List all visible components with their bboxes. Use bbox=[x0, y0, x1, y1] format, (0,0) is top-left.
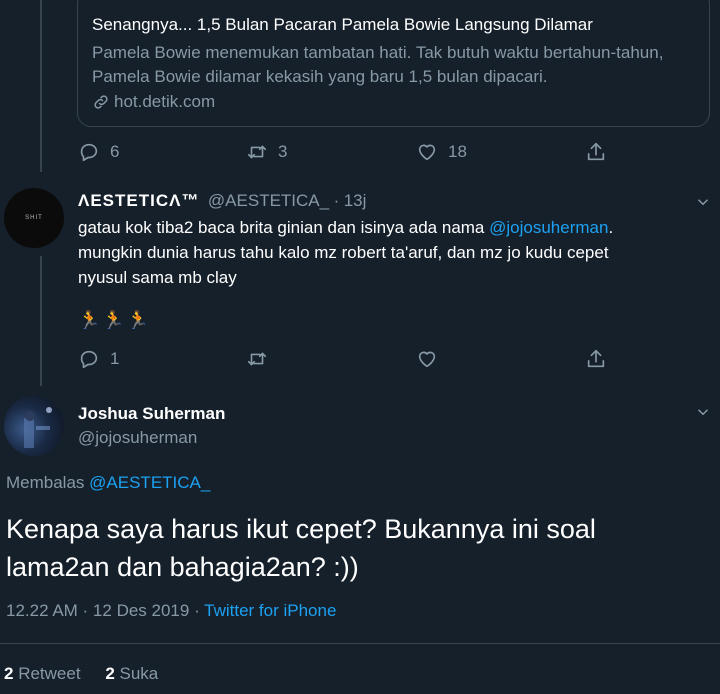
retweet-count: 3 bbox=[278, 142, 288, 161]
reply-button-2[interactable]: 1 bbox=[78, 348, 119, 370]
chevron-down-icon[interactable] bbox=[694, 403, 712, 421]
mention-link[interactable]: @jojosuherman bbox=[489, 218, 608, 237]
heart-icon bbox=[418, 144, 436, 161]
like-button-2[interactable] bbox=[416, 348, 438, 370]
like-stat[interactable]: 2 Suka bbox=[105, 664, 158, 683]
emoji-runners: 🏃🏃🏃 bbox=[78, 310, 152, 330]
tweet-text-line-3: nyusul sama mb clay bbox=[78, 268, 237, 287]
separator: · bbox=[333, 191, 340, 210]
reply-count-2: 1 bbox=[110, 349, 120, 368]
engagement-stats: 2 Retweet 2 Suka bbox=[4, 664, 158, 684]
chevron-down-icon[interactable] bbox=[694, 193, 712, 211]
tweet-timestamp[interactable]: 12.22 AM · 12 Des 2019 · bbox=[6, 601, 204, 620]
retweet-button[interactable]: 3 bbox=[246, 141, 287, 163]
main-tweet-text: Kenapa saya harus ikut cepet? Bukannya i… bbox=[6, 510, 706, 586]
retweet-button-2[interactable] bbox=[246, 348, 268, 370]
like-stat-label: Suka bbox=[119, 664, 159, 683]
retweet-stat[interactable]: 2 Retweet bbox=[4, 664, 81, 683]
main-tweet-line-1: Kenapa saya harus ikut cepet? Bukannya i… bbox=[6, 514, 596, 544]
share-button-2[interactable] bbox=[585, 348, 607, 370]
tweet-text-line-1: gatau kok tiba2 baca brita ginian dan is… bbox=[78, 218, 614, 237]
retweet-stat-label: Retweet bbox=[18, 664, 81, 683]
thread-line-top bbox=[40, 0, 42, 172]
thread-line-middle bbox=[40, 256, 42, 386]
avatar[interactable]: SHIT bbox=[4, 188, 64, 248]
main-user-handle[interactable]: @jojosuherman bbox=[78, 428, 197, 448]
reply-count: 6 bbox=[110, 142, 120, 161]
divider bbox=[0, 643, 720, 644]
avatar-text: SHIT bbox=[25, 215, 43, 221]
retweet-stat-count: 2 bbox=[4, 664, 14, 683]
avatar-photo-icon bbox=[24, 407, 52, 448]
like-count: 18 bbox=[448, 142, 467, 161]
main-tweet-line-2: lama2an dan bahagia2an? :)) bbox=[6, 552, 359, 582]
tweet-meta: 12.22 AM · 12 Des 2019 · Twitter for iPh… bbox=[6, 601, 336, 621]
link-icon bbox=[94, 95, 108, 109]
share-icon bbox=[587, 142, 605, 161]
replying-label: Membalas bbox=[6, 473, 85, 492]
reply-icon bbox=[80, 350, 98, 369]
tweet-source[interactable]: Twitter for iPhone bbox=[204, 601, 336, 620]
share-button[interactable] bbox=[585, 141, 607, 163]
display-name[interactable]: ΛESTETICΛ™ bbox=[78, 191, 199, 210]
link-card-domain[interactable]: hot.detik.com bbox=[92, 92, 215, 112]
link-card-title[interactable]: Senangnya... 1,5 Bulan Pacaran Pamela Bo… bbox=[92, 15, 593, 35]
like-button[interactable]: 18 bbox=[416, 141, 467, 163]
reply-button[interactable]: 6 bbox=[78, 141, 119, 163]
replying-to-link[interactable]: @AESTETICA_ bbox=[89, 473, 210, 492]
retweet-icon bbox=[247, 352, 267, 366]
tweet-text-line-2: mungkin dunia harus tahu kalo mz robert … bbox=[78, 243, 609, 262]
reply-icon bbox=[80, 143, 98, 162]
user-handle[interactable]: @AESTETICA_ bbox=[208, 191, 329, 210]
heart-icon bbox=[418, 351, 436, 368]
retweet-icon bbox=[247, 145, 267, 159]
main-avatar[interactable] bbox=[4, 396, 64, 456]
link-card-description: Pamela Bowie menemukan tambatan hati. Ta… bbox=[92, 43, 664, 86]
share-icon bbox=[587, 349, 605, 368]
replying-to: Membalas @AESTETICA_ bbox=[6, 473, 210, 493]
like-stat-count: 2 bbox=[105, 664, 115, 683]
link-card-domain-text: hot.detik.com bbox=[114, 92, 216, 111]
tweet-header: ΛESTETICΛ™ @AESTETICA_ · 13j bbox=[78, 191, 366, 211]
main-display-name[interactable]: Joshua Suherman bbox=[78, 404, 225, 424]
tweet-time[interactable]: 13j bbox=[344, 191, 367, 210]
tweet-text: gatau kok tiba2 baca brita ginian dan is… bbox=[78, 215, 708, 290]
